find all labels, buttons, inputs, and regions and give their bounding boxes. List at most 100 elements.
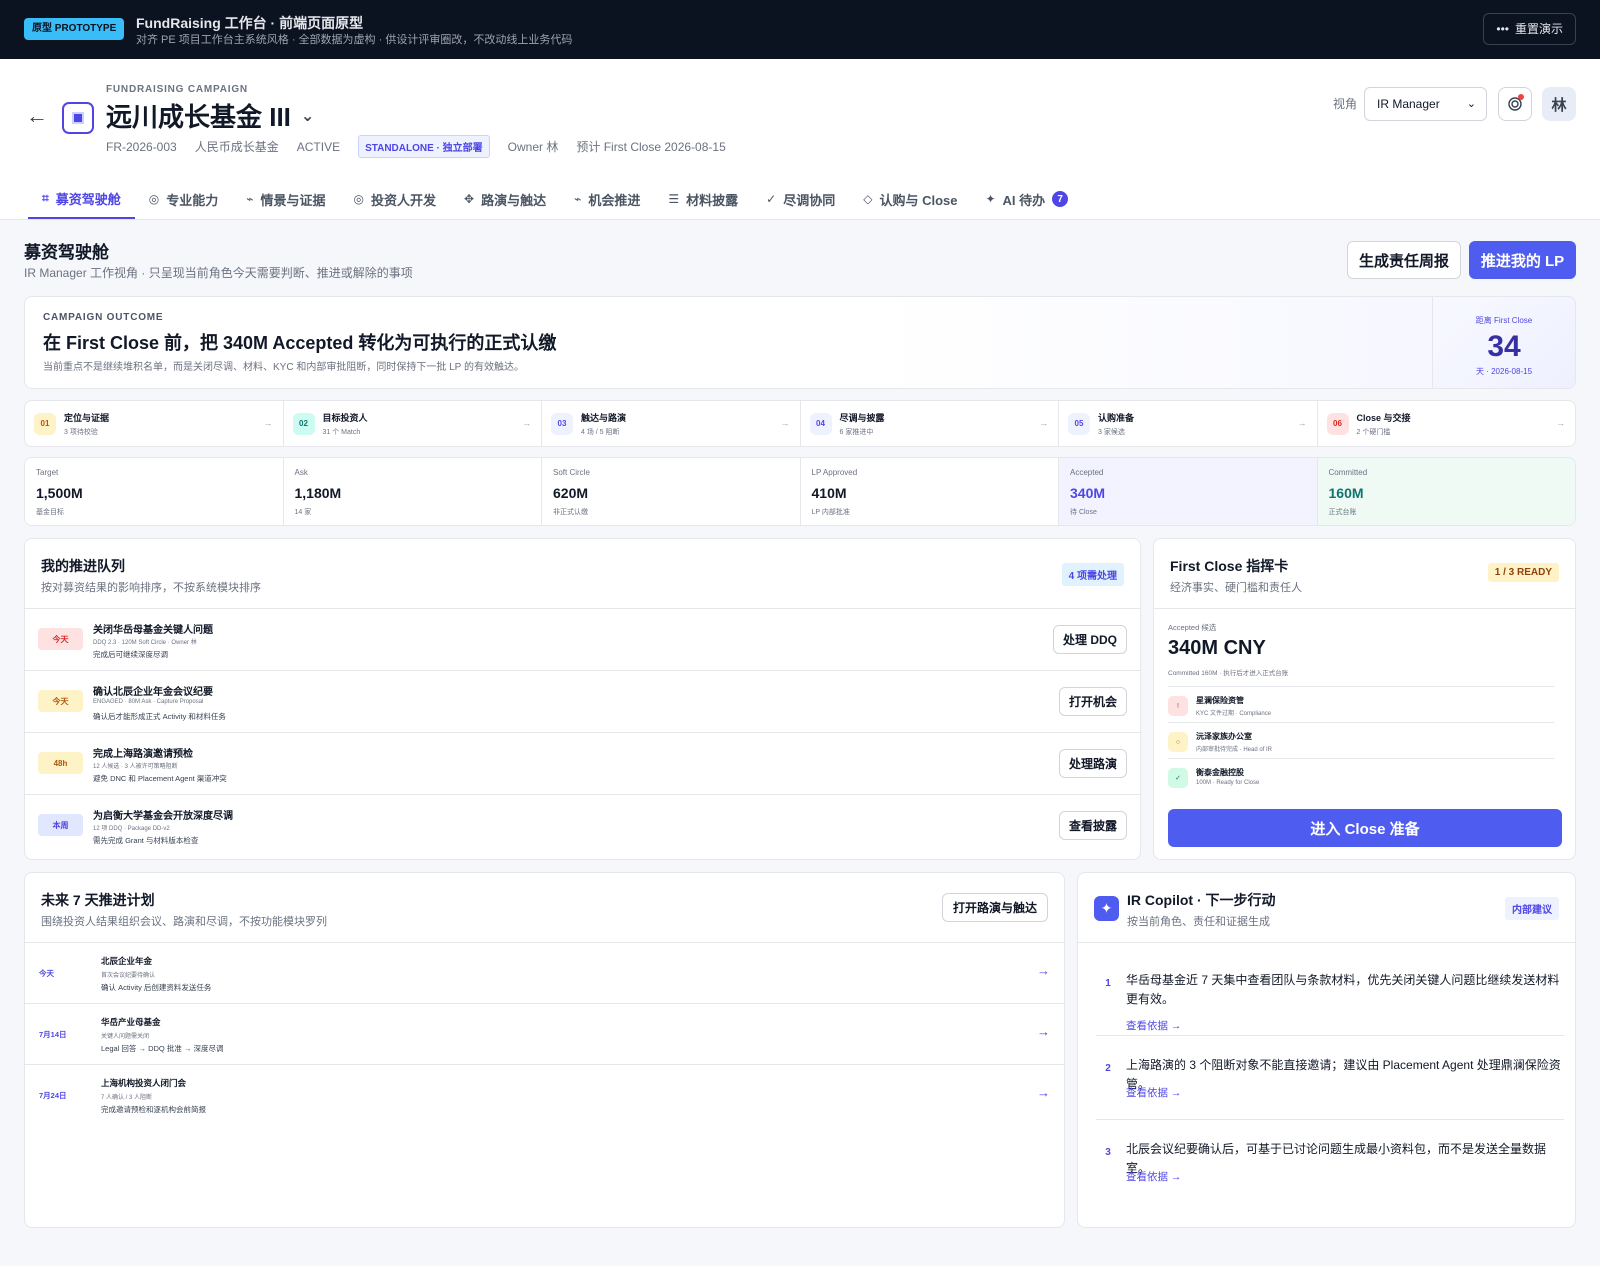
stage-title: 触达与路演	[581, 412, 627, 423]
first-close-item[interactable]: ○ 沅泽家族办公室 内部审批待完成 · Head of IR	[1168, 722, 1554, 758]
stage-item[interactable]: 03 触达与路演 4 场 / 5 阻断 →	[542, 401, 801, 446]
tab-label: 材料披露	[686, 192, 739, 208]
stage-item[interactable]: 01 定位与证据 3 项待校验 →	[25, 401, 284, 446]
first-close-date: 预计 First Close 2026-08-15	[576, 140, 726, 154]
queue-action-button[interactable]: 处理路演	[1058, 749, 1127, 778]
avatar[interactable]: 林	[1542, 87, 1576, 121]
metric-cell: Soft Circle 620M 非正式认缴	[542, 458, 801, 525]
outcome-subtitle: 当前重点不是继续堆积名单，而是关闭尽调、材料、KYC 和内部审批阻断，同时保持下…	[43, 362, 524, 373]
arrow-right-icon: →	[780, 418, 790, 428]
reset-demo-button[interactable]: ••• 重置演示	[1483, 13, 1576, 45]
stage-text: 尽调与披露 6 家推进中	[840, 411, 885, 437]
queue-item-title: 完成上海路演邀请预检	[93, 749, 193, 760]
tab-cockpit[interactable]: ⌗ 募资驾驶舱	[28, 179, 135, 219]
plan-item-title: 北辰企业年金	[101, 956, 153, 966]
queue-item-meta: 12 人候选 · 3 人被许可策略阻断	[93, 764, 178, 770]
target-icon: ◎	[353, 192, 365, 206]
metric-subtitle: 正式台账	[1328, 509, 1357, 516]
ir-copilot-card: ✦ IR Copilot · 下一步行动 按当前角色、责任和证据生成 内部建议 …	[1077, 872, 1576, 1228]
chevron-down-icon[interactable]: ⌄	[301, 106, 314, 126]
open-roadshow-button[interactable]: 打开路演与触达	[941, 893, 1048, 922]
arrow-right-icon: →	[522, 418, 531, 428]
copilot-title: IR Copilot · 下一步行动	[1127, 892, 1276, 908]
outcome-title: 在 First Close 前，把 340M Accepted 转化为可执行的正…	[43, 333, 557, 353]
push-lp-button[interactable]: 推进我的 LP	[1469, 241, 1576, 279]
view-role-value: IR Manager	[1377, 97, 1440, 111]
fund-type: 人民币成长基金	[194, 140, 279, 154]
tab-scenarios[interactable]: ⌁ 情景与证据	[232, 179, 339, 219]
tab-label: 机会推进	[588, 192, 641, 208]
fund-title-text: 远川成长基金 III	[106, 102, 291, 132]
queue-action-button[interactable]: 查看披露	[1058, 811, 1127, 840]
stage-title: 目标投资人	[322, 412, 368, 423]
view-evidence-link[interactable]: 查看依据 →	[1126, 1018, 1181, 1033]
queue-action-button[interactable]: 打开机会	[1058, 687, 1127, 716]
prototype-topbar: 原型 PROTOTYPE FundRaising 工作台 · 前端页面原型 对齐…	[0, 0, 1600, 59]
stage-subtitle: 3 家候选	[1098, 428, 1125, 436]
stage-title: 定位与证据	[64, 412, 110, 423]
arrow-right-icon[interactable]: →	[1037, 963, 1050, 978]
metric-value: 410M	[811, 485, 847, 501]
view-role-select[interactable]: IR Manager ⌄	[1364, 87, 1487, 121]
stage-number: 01	[34, 412, 56, 435]
stage-subtitle: 3 项待校验	[64, 428, 98, 436]
stage-item[interactable]: 06 Close 与交接 2 个硬门槛 →	[1318, 401, 1576, 446]
arrow-right-icon: →	[1039, 418, 1048, 428]
countdown-label: 距离 First Close	[1475, 316, 1533, 325]
plan-item-meta: 关键人问题需关闭	[101, 1034, 150, 1040]
copilot-suggestion: 1 华岳母基金近 7 天集中查看团队与条款材料，优先关闭关键人问题比继续发送材料更…	[1096, 951, 1564, 1035]
view-evidence-link[interactable]: 查看依据 →	[1126, 1169, 1181, 1184]
notification-dot	[1518, 94, 1524, 100]
campaign-code: FR-2026-003	[106, 139, 177, 154]
plan-item-title: 上海机构投资人闭门会	[101, 1078, 187, 1088]
priority-pill: 48h	[38, 752, 83, 774]
suggestion-number: 2	[1105, 1062, 1111, 1074]
stage-item[interactable]: 04 尽调与披露 6 家推进中 →	[801, 401, 1059, 446]
tab-due-diligence[interactable]: ✓ 尽调协同	[752, 179, 849, 219]
arrow-right-icon[interactable]: →	[1037, 1024, 1050, 1039]
arrow-right-icon[interactable]: →	[1037, 1085, 1050, 1100]
target-icon: ◎	[148, 192, 160, 206]
campaign-status: ACTIVE	[296, 139, 341, 154]
stage-item[interactable]: 05 认购准备 3 家候选 →	[1059, 401, 1318, 446]
queue-item-meta: ENGAGED · 80M Ask · Capture Proposal	[93, 699, 204, 705]
grid-icon: ⌗	[42, 190, 49, 205]
plan-row[interactable]: 今天 北辰企业年金 首次会议纪要待确认 确认 Activity 后创建资料发送任务 →	[25, 942, 1064, 1003]
notifications-button[interactable]	[1498, 87, 1532, 121]
countdown-days: 34	[1487, 330, 1521, 363]
more-icon: •••	[1496, 22, 1509, 36]
stage-strip: 01 定位与证据 3 项待校验 → 02 目标投资人 31 个 Match → 03 触达与路演 4…	[24, 400, 1576, 447]
queue-item-title: 为启衡大学基金会开放深度尽调	[93, 811, 233, 822]
tab-roadshow[interactable]: ✥ 路演与触达	[450, 179, 560, 219]
plan-row[interactable]: 7月24日 上海机构投资人闭门会 7 人确认 / 3 人阻断 完成邀请预检和逐机构会前…	[25, 1064, 1064, 1125]
view-evidence-link[interactable]: 查看依据 →	[1126, 1085, 1181, 1100]
tab-label: 募资驾驶舱	[55, 191, 121, 207]
tab-opportunities[interactable]: ⌁ 机会推进	[560, 179, 654, 219]
metrics-strip: Target 1,500M 基金目标 Ask 1,180M 14 家 Soft Circle…	[24, 457, 1576, 526]
enter-close-button[interactable]: 进入 Close 准备	[1168, 809, 1562, 847]
suggestion-text: 北辰会议纪要确认后，可基于已讨论问题生成最小资料包，而不是发送全量数据室。	[1126, 1142, 1547, 1175]
tab-ai-todo[interactable]: ✦ AI 待办 7	[971, 179, 1082, 219]
tab-investor-development[interactable]: ◎ 投资人开发	[340, 179, 451, 219]
stage-text: 定位与证据 3 项待校验	[64, 411, 109, 437]
generate-report-button[interactable]: 生成责任周报	[1347, 241, 1461, 279]
plan-row[interactable]: 7月14日 华岳产业母基金 关键人问题需关闭 Legal 回答 → DDQ 批准 → …	[25, 1003, 1064, 1064]
stage-item[interactable]: 02 目标投资人 31 个 Match →	[284, 401, 542, 446]
fund-title[interactable]: 远川成长基金 III ⌄	[106, 97, 314, 134]
plan-date: 7月24日	[39, 1091, 67, 1100]
tab-capabilities[interactable]: ◎ 专业能力	[135, 179, 233, 219]
first-close-item[interactable]: ! 星澜保险资管 KYC 文件过期 · Compliance	[1168, 686, 1554, 722]
tab-disclosure[interactable]: ☰ 材料披露	[654, 179, 752, 219]
stage-number: 04	[809, 412, 832, 435]
tab-label: AI 待办	[1002, 192, 1046, 208]
metric-subtitle: LP 内部批准	[811, 509, 850, 516]
queue-action-button[interactable]: 处理 DDQ	[1052, 625, 1127, 654]
first-close-item[interactable]: ✓ 衡泰金融控股 100M · Ready for Close	[1168, 758, 1554, 794]
priority-pill: 本周	[38, 814, 83, 836]
first-close-item-subtitle: 内部审批待完成 · Head of IR	[1196, 747, 1273, 753]
back-arrow-icon[interactable]: ←	[26, 103, 48, 129]
tab-subscription-close[interactable]: ◇ 认购与 Close	[849, 179, 971, 219]
plan-item-title: 华岳产业母基金	[101, 1017, 161, 1027]
tab-label: 路演与触达	[481, 192, 547, 208]
stage-number: 06	[1326, 412, 1349, 435]
